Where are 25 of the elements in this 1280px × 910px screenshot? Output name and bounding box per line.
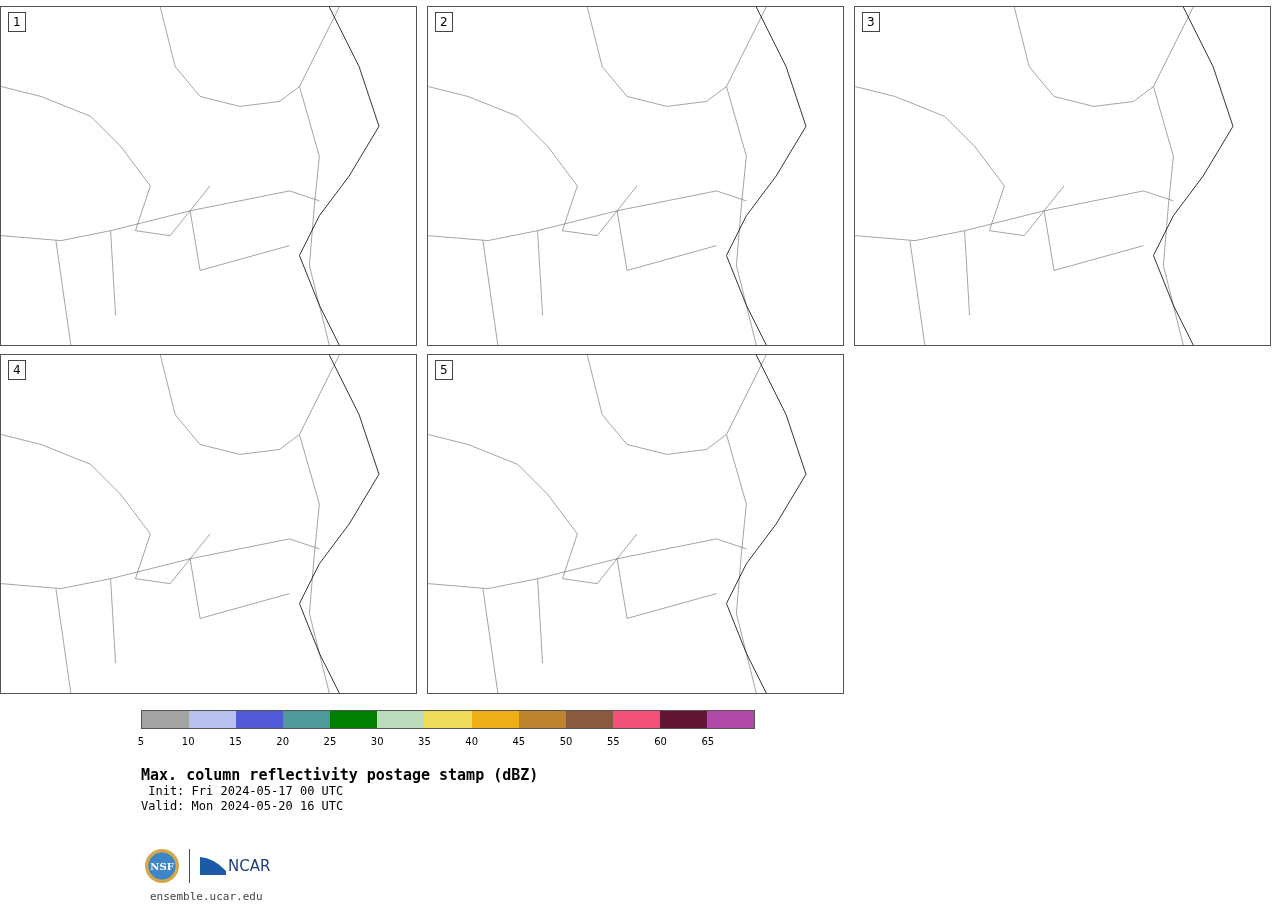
- tick-label: 30: [370, 736, 384, 747]
- tick-label: 25: [323, 736, 337, 747]
- panel-number: 2: [435, 12, 453, 32]
- tick-label: 5: [137, 736, 145, 747]
- tick-label: 45: [512, 736, 526, 747]
- tick-label: 60: [654, 736, 667, 747]
- logo-wordmark: NCAR: [228, 857, 271, 875]
- tick-label: 55: [607, 736, 620, 747]
- tick-label: 40: [465, 736, 478, 747]
- site-url: ensemble.ucar.edu: [150, 890, 264, 903]
- seal-logo: NSF: [145, 849, 179, 883]
- valid-time: Valid: Mon 2024-05-20 16 UTC: [141, 799, 345, 814]
- swoosh-icon: [200, 857, 226, 875]
- tick-label: 50: [559, 736, 573, 747]
- init-time: Init: Fri 2024-05-17 00 UTC: [147, 784, 345, 799]
- panel-number: 1: [8, 12, 26, 32]
- chart-title: Max. column reflectivity postage stamp (dBZ): [141, 766, 540, 784]
- tick-label: 10: [181, 736, 195, 747]
- tick-label: 65: [701, 736, 715, 747]
- panel-number: 5: [435, 360, 453, 380]
- panel-number: 3: [862, 12, 880, 32]
- tick-label: 35: [418, 736, 431, 747]
- tick-label: 15: [229, 736, 242, 747]
- panel-number: 4: [8, 360, 26, 380]
- tick-label: 20: [276, 736, 290, 747]
